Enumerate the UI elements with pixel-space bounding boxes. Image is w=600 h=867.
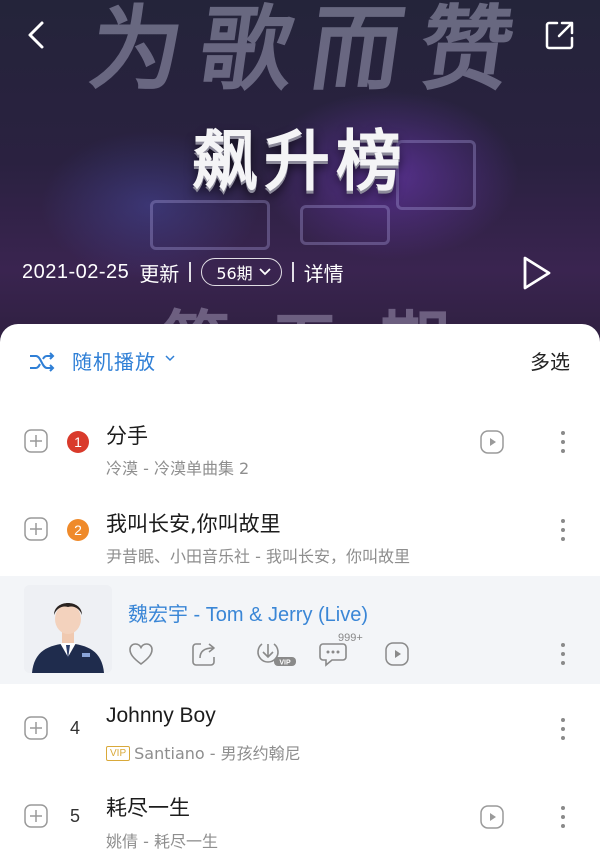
chevron-down-icon[interactable]	[165, 354, 175, 362]
artist-photo	[24, 585, 112, 673]
more-icon[interactable]	[556, 518, 570, 542]
song-row[interactable]: 2 我叫长安,你叫故里 尹昔眠、小田音乐社 - 我叫长安，你叫故里	[0, 488, 600, 576]
song-row[interactable]: 5 耗尽一生 姚倩 - 耗尽一生	[0, 774, 600, 867]
song-title: 我叫长安,你叫故里	[106, 512, 281, 536]
vip-badge: VIP	[106, 746, 131, 761]
issue-label: 56期	[216, 264, 253, 283]
chart-title: 飙升榜	[192, 123, 408, 200]
share-song-icon[interactable]	[190, 640, 218, 668]
shuffle-play-button[interactable]: 随机播放	[72, 346, 156, 375]
song-subtitle-wrap: VIP Santiano - 男孩约翰尼	[106, 740, 301, 764]
song-row[interactable]: 1 分手 冷漠 - 冷漠单曲集 2	[0, 400, 600, 488]
rank-number: 5	[70, 806, 81, 826]
add-icon[interactable]	[24, 429, 48, 453]
song-subtitle: 冷漠 - 冷漠单曲集 2	[106, 459, 250, 478]
shuffle-icon[interactable]	[28, 350, 56, 374]
divider	[189, 262, 192, 282]
list-toolbar: 随机播放 多选	[0, 324, 600, 400]
song-title: Johnny Boy	[106, 704, 216, 727]
now-playing-row[interactable]: 魏宏宇 - Tom & Jerry (Live) VIP 999+	[0, 576, 600, 684]
add-icon[interactable]	[24, 517, 48, 541]
banner-logo-text: 为歌而赞	[83, 0, 539, 103]
add-icon[interactable]	[24, 804, 48, 828]
rank-badge: 1	[67, 431, 89, 453]
divider	[291, 262, 294, 282]
mv-play-icon[interactable]	[384, 640, 410, 668]
multi-select-button[interactable]: 多选	[530, 346, 570, 375]
song-cover-image[interactable]	[24, 585, 112, 673]
rank-number: 4	[70, 718, 81, 738]
song-title: 耗尽一生	[106, 796, 190, 820]
heart-icon[interactable]	[128, 640, 154, 668]
song-subtitle: Santiano - 男孩约翰尼	[134, 744, 301, 763]
update-date: 2021-02-25	[22, 260, 130, 283]
chart-banner: 为歌而赞 飙升榜 第五期 2021-02-25 更新 56期 详情	[0, 0, 600, 360]
chevron-down-icon	[259, 268, 271, 276]
update-label: 更新	[139, 261, 180, 286]
rank-badge: 2	[67, 519, 89, 541]
song-title: 分手	[106, 424, 148, 448]
banner-decoration	[150, 200, 270, 250]
more-icon[interactable]	[556, 805, 570, 829]
more-icon[interactable]	[556, 430, 570, 454]
svg-text:VIP: VIP	[279, 660, 291, 667]
song-subtitle: 尹昔眠、小田音乐社 - 我叫长安，你叫故里	[106, 547, 410, 566]
chart-meta: 2021-02-25 更新 56期 详情	[22, 256, 344, 288]
more-icon[interactable]	[556, 717, 570, 741]
now-playing-title: 魏宏宇 - Tom & Jerry (Live)	[128, 604, 369, 626]
song-list-panel: 随机播放 多选 1 分手 冷漠 - 冷漠单曲集 2 2 我叫长安,你叫故里 尹昔…	[0, 324, 600, 867]
mv-play-icon[interactable]	[480, 805, 504, 829]
comment-count: 999+	[338, 632, 363, 644]
share-icon[interactable]	[543, 18, 577, 52]
song-subtitle: 姚倩 - 耗尽一生	[106, 832, 218, 851]
comment-icon[interactable]	[318, 640, 348, 668]
download-vip-icon[interactable]: VIP	[254, 640, 298, 668]
play-icon[interactable]	[518, 254, 554, 292]
more-icon[interactable]	[556, 642, 570, 666]
issue-selector[interactable]: 56期	[201, 258, 282, 286]
mv-play-icon[interactable]	[480, 430, 504, 454]
back-icon[interactable]	[22, 18, 52, 52]
banner-decoration	[300, 205, 390, 245]
add-icon[interactable]	[24, 716, 48, 740]
detail-link[interactable]: 详情	[304, 258, 344, 287]
song-row[interactable]: 4 Johnny Boy VIP Santiano - 男孩约翰尼	[0, 684, 600, 774]
